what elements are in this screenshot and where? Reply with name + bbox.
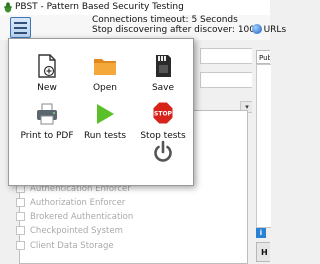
power-icon <box>154 140 172 162</box>
url-field[interactable] <box>200 48 254 64</box>
menu-item-run-tests[interactable]: Run tests <box>75 97 135 145</box>
globe-icon[interactable] <box>252 24 262 34</box>
list-item[interactable]: Checkpointed System <box>16 225 123 236</box>
results-table[interactable] <box>256 64 271 228</box>
checkbox[interactable] <box>16 212 25 221</box>
stop-sign-icon: STOP <box>152 101 174 125</box>
window-title: PBST - Pattern Based Security Testing <box>15 2 184 12</box>
menu-bar-icon <box>14 32 27 34</box>
menu-item-new[interactable]: New <box>17 49 77 97</box>
menu-item-open[interactable]: Open <box>75 49 135 97</box>
folder-icon <box>94 59 116 75</box>
tab-public-uri[interactable]: Public URI <box>256 50 270 64</box>
menu-bar-icon <box>14 27 27 29</box>
menu-item-label: Open <box>92 83 118 93</box>
new-document-icon <box>38 54 56 78</box>
menu-item-label: New <box>37 83 57 93</box>
title-bar: PBST - Pattern Based Security Testing <box>0 0 270 15</box>
checkbox[interactable] <box>16 198 25 207</box>
menu-item-exit[interactable] <box>133 135 193 173</box>
main-menu-button[interactable] <box>10 17 31 38</box>
printer-icon <box>37 103 57 125</box>
list-item[interactable]: Authorization Enforcer <box>16 197 125 208</box>
menu-item-print-to-pdf[interactable]: Print to PDF <box>17 97 77 145</box>
menu-item-label: Run tests <box>83 131 127 141</box>
main-menu-popup: New Open Save Print to PDF Run tests STO… <box>8 38 194 186</box>
menu-bar-icon <box>14 22 27 24</box>
option-field[interactable] <box>200 72 254 88</box>
list-item[interactable]: Brokered Authentication <box>16 211 133 222</box>
menu-item-save[interactable]: Save <box>133 49 193 97</box>
list-item[interactable]: Client Data Storage <box>16 240 114 251</box>
menu-item-label: Print to PDF <box>20 131 74 141</box>
sd-card-icon <box>156 55 171 77</box>
app-bug-icon <box>4 2 12 13</box>
stop-sign-text: STOP <box>154 111 173 118</box>
play-icon <box>97 104 114 124</box>
history-button[interactable]: H <box>256 242 270 262</box>
info-icon[interactable]: i <box>256 228 266 238</box>
menu-item-label: Save <box>151 83 175 93</box>
checkbox[interactable] <box>16 241 25 250</box>
checkbox[interactable] <box>16 226 25 235</box>
